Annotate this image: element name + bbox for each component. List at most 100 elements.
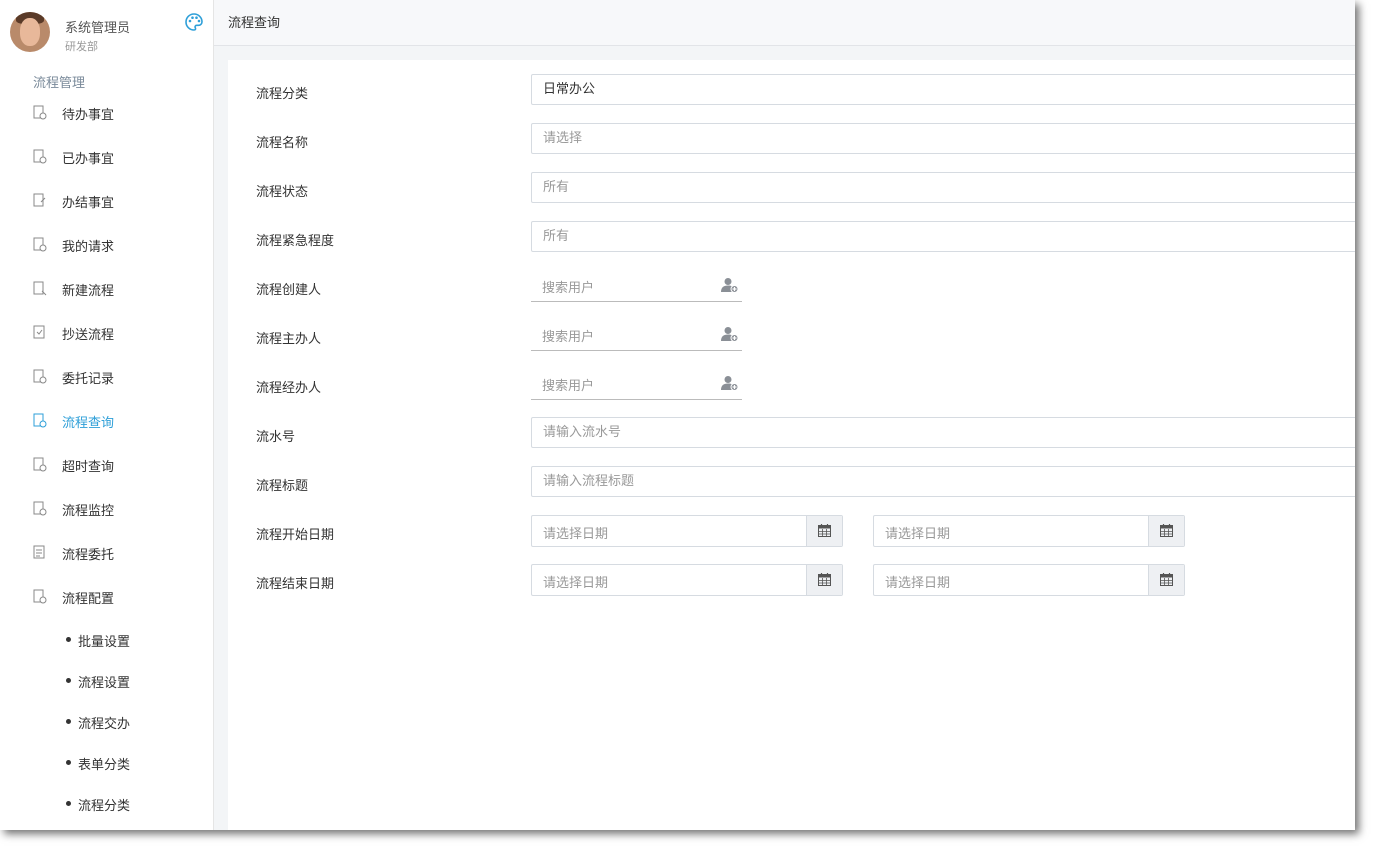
field-label: 流程状态 [256,185,309,200]
bullet-icon [66,637,71,642]
calendar-button[interactable] [1148,565,1184,595]
form-row-serial: 流水号 请输入流水号 [228,417,1355,451]
sidebar-item-flow-query[interactable]: 流程查询 [0,398,213,442]
calendar-button[interactable] [806,565,842,595]
sidebar-item-label: 抄送流程 [62,328,115,343]
avatar-face [20,18,40,46]
field-label: 流程名称 [256,136,309,151]
calendar-button[interactable] [806,516,842,546]
sidebar-subitem-flow-handover[interactable]: 流程交办 [0,701,213,742]
input-placeholder: 请选择日期 [885,527,951,542]
form-row-status: 流程状态 所有 [228,172,1355,206]
sidebar-item-delegate-records[interactable]: 委托记录 [0,354,213,398]
user-name: 系统管理员 [65,21,131,36]
input-placeholder: 搜索用户 [542,330,595,345]
form-row-handler: 流程经办人 搜索用户 [228,368,1355,402]
calendar-button[interactable] [1148,516,1184,546]
creator-search-input[interactable]: 搜索用户 [531,270,742,302]
document-icon [33,325,45,339]
sidebar-item-todo[interactable]: 待办事宜 [0,90,213,134]
sidebar: 系统管理员 研发部 流程管理 待办事宜 已办事宜 办结事宜 我的请求 新建流程 … [0,0,214,830]
add-user-icon[interactable] [721,326,739,342]
category-select[interactable]: 日常办公 [531,74,1355,105]
avatar[interactable] [10,12,50,52]
sidebar-item-my-requests[interactable]: 我的请求 [0,222,213,266]
sidebar-item-label: 新建流程 [62,284,115,299]
sidebar-item-timeout-query[interactable]: 超时查询 [0,442,213,486]
sidebar-item-label: 已办事宜 [62,152,115,167]
input-placeholder: 请选择日期 [885,576,951,591]
title-input[interactable]: 请输入流程标题 [531,466,1355,497]
user-dept: 研发部 [65,40,98,53]
document-icon [33,501,47,516]
bullet-icon [66,678,71,683]
field-label: 流程结束日期 [256,577,335,592]
document-icon [33,281,47,296]
sidebar-subitem-form-category[interactable]: 表单分类 [0,742,213,783]
status-select[interactable]: 所有 [531,172,1355,203]
document-icon [33,369,47,384]
sidebar-item-flow-config[interactable]: 流程配置 [0,574,213,618]
sidebar-item-label: 流程监控 [62,504,115,519]
input-placeholder: 请选择日期 [543,576,609,591]
sidebar-item-label: 我的请求 [62,240,115,255]
field-label: 流程经办人 [256,381,322,396]
field-label: 流程开始日期 [256,528,335,543]
field-label: 流程分类 [256,87,309,102]
end-date-to-input[interactable]: 请选择日期 [873,564,1185,596]
sidebar-item-label: 流程查询 [62,416,115,431]
document-icon [33,105,47,120]
palette-icon[interactable] [184,12,204,32]
sidebar-subitem-flow-category[interactable]: 流程分类 [0,783,213,824]
start-date-to-input[interactable]: 请选择日期 [873,515,1185,547]
start-date-from-input[interactable]: 请选择日期 [531,515,843,547]
document-icon [33,589,47,604]
document-icon [33,193,46,207]
field-label: 流程主办人 [256,332,322,347]
form-row-owner: 流程主办人 搜索用户 [228,319,1355,353]
document-icon [33,545,45,559]
sidebar-item-new-flow[interactable]: 新建流程 [0,266,213,310]
sidebar-subitem-label: 流程分类 [78,799,131,814]
form-row-name: 流程名称 请选择 [228,123,1355,157]
sidebar-subitem-batch-settings[interactable]: 批量设置 [0,619,213,660]
form-row-title: 流程标题 请输入流程标题 [228,466,1355,500]
document-icon [33,237,47,252]
sidebar-subitem-label: 流程设置 [78,676,131,691]
form-row-urgency: 流程紧急程度 所有 [228,221,1355,255]
field-label: 流程创建人 [256,283,322,298]
bullet-icon [66,719,71,724]
document-icon [33,149,47,164]
add-user-icon[interactable] [721,277,739,293]
document-search-icon [33,413,47,428]
calendar-icon [1160,524,1173,537]
sidebar-subitem-label: 流程交办 [78,717,131,732]
sidebar-item-label: 待办事宜 [62,108,115,123]
input-placeholder: 搜索用户 [542,379,595,394]
document-icon [33,457,47,472]
serial-input[interactable]: 请输入流水号 [531,417,1355,448]
sidebar-subitem-label: 表单分类 [78,758,131,773]
owner-search-input[interactable]: 搜索用户 [531,319,742,351]
sidebar-item-done[interactable]: 已办事宜 [0,134,213,178]
sidebar-subitem-flow-settings[interactable]: 流程设置 [0,660,213,701]
query-form: 流程分类 日常办公 流程名称 请选择 流程状态 所有 流程紧急程度 所有 流程创… [228,60,1355,830]
sidebar-item-label: 办结事宜 [62,196,115,211]
sidebar-item-cc-flow[interactable]: 抄送流程 [0,310,213,354]
end-date-from-input[interactable]: 请选择日期 [531,564,843,596]
sidebar-section-title: 流程管理 [33,76,86,91]
sidebar-item-flow-monitor[interactable]: 流程监控 [0,486,213,530]
sidebar-item-finished[interactable]: 办结事宜 [0,178,213,222]
calendar-icon [818,573,831,586]
form-row-category: 流程分类 日常办公 [228,74,1355,108]
handler-search-input[interactable]: 搜索用户 [531,368,742,400]
flow-name-select[interactable]: 请选择 [531,123,1355,154]
urgency-select[interactable]: 所有 [531,221,1355,252]
sidebar-item-flow-delegate[interactable]: 流程委托 [0,530,213,574]
field-label: 流水号 [256,430,296,445]
field-label: 流程标题 [256,479,309,494]
user-panel: 系统管理员 研发部 [10,12,210,56]
sidebar-item-label: 流程配置 [62,592,115,607]
page-header: 流程查询 [214,0,1355,46]
add-user-icon[interactable] [721,375,739,391]
